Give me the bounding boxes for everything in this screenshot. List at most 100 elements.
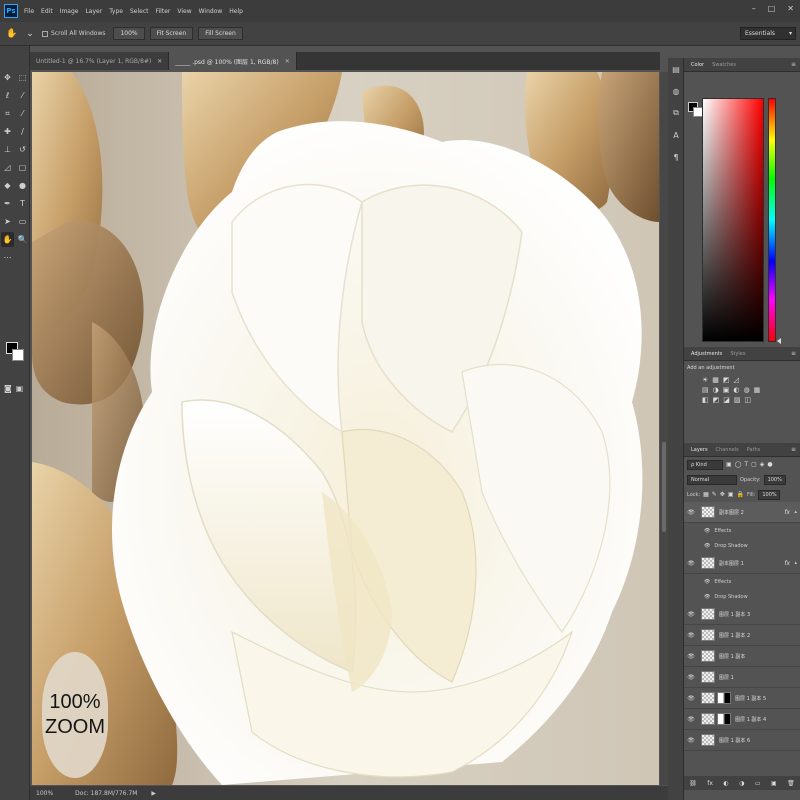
fx-icon[interactable]: fx <box>784 560 790 567</box>
tab-active-document[interactable]: _____ .psd @ 100% (图层 1, RGB/8) ✕ <box>169 52 297 70</box>
lock-transparent-icon[interactable]: ▦ <box>703 491 709 498</box>
zoom-tool-icon[interactable]: 🔍 <box>16 232 29 247</box>
layer-row[interactable]: 👁 副本图层 1 fx ▴ <box>684 553 800 574</box>
shape-filter-icon[interactable]: ▢ <box>751 461 757 468</box>
link-layers-icon[interactable]: ⛓ <box>689 780 697 787</box>
layer-row[interactable]: 👁 图层 1 <box>684 667 800 688</box>
quick-select-tool-icon[interactable]: ⁄ <box>16 88 29 103</box>
eye-icon[interactable]: 👁 <box>704 543 710 549</box>
screen-mode-icon[interactable]: ▣ <box>16 384 24 393</box>
close-icon[interactable]: ✕ <box>157 58 162 65</box>
lock-position-icon[interactable]: ✥ <box>720 491 725 498</box>
paragraph-panel-icon[interactable]: ¶ <box>668 146 684 168</box>
delete-layer-icon[interactable]: 🗑 <box>787 780 795 787</box>
more-tools-icon[interactable]: ⋯ <box>1 250 14 265</box>
new-adjustment-layer-icon[interactable]: ◑ <box>739 780 744 787</box>
blend-mode-select[interactable]: Normal <box>687 474 737 485</box>
eye-icon[interactable]: 👁 <box>704 528 710 534</box>
black-white-icon[interactable]: ◐ <box>733 386 739 394</box>
healing-brush-tool-icon[interactable]: ✚ <box>1 124 14 139</box>
quick-mask-icon[interactable]: ◙ <box>4 384 12 393</box>
layer-row[interactable]: 👁 图层 1 副本 5 <box>684 688 800 709</box>
zoom-100-button[interactable]: 100% <box>113 27 145 40</box>
tab-layers[interactable]: Layers <box>687 447 712 453</box>
menu-edit[interactable]: Edit <box>41 8 53 15</box>
effects-row[interactable]: 👁 Effects <box>684 574 800 589</box>
close-icon[interactable]: ✕ <box>285 58 290 65</box>
gradient-tool-icon[interactable]: ▢ <box>16 160 29 175</box>
eye-icon[interactable]: 👁 <box>684 509 698 516</box>
layer-row[interactable]: 👁 图层 1 副本 <box>684 646 800 667</box>
lock-artboard-icon[interactable]: ▣ <box>728 491 734 498</box>
pixel-filter-icon[interactable]: ▣ <box>726 461 732 468</box>
add-layer-style-icon[interactable]: fx <box>707 780 713 787</box>
tab-adjustments[interactable]: Adjustments <box>687 351 726 357</box>
levels-icon[interactable]: ▦ <box>712 376 719 384</box>
properties-panel-icon[interactable]: ◍ <box>668 80 684 102</box>
hand-tool-icon[interactable]: ✋ <box>6 28 18 40</box>
lock-all-icon[interactable]: 🔒 <box>737 491 744 498</box>
menu-file[interactable]: File <box>24 8 34 15</box>
tab-color[interactable]: Color <box>687 62 708 68</box>
panel-menu-icon[interactable]: ≡ <box>791 350 796 357</box>
lasso-tool-icon[interactable]: ℓ <box>1 88 14 103</box>
workspace-select[interactable]: Essentials ▾ <box>740 27 796 40</box>
exposure-icon[interactable]: ◿ <box>734 376 739 384</box>
new-layer-icon[interactable]: ▣ <box>771 780 777 787</box>
layer-filter-kind-select[interactable]: ρ Kind <box>687 459 723 470</box>
selective-color-icon[interactable]: ◫ <box>745 396 752 404</box>
eye-icon[interactable]: 👁 <box>684 674 698 681</box>
menu-layer[interactable]: Layer <box>85 8 102 15</box>
new-group-icon[interactable]: ▭ <box>755 780 761 787</box>
filter-toggle-icon[interactable]: ● <box>767 461 772 468</box>
smart-object-filter-icon[interactable]: ◈ <box>760 461 765 468</box>
eye-icon[interactable]: 👁 <box>684 716 698 723</box>
maximize-button[interactable]: □ <box>768 4 776 13</box>
fill-field[interactable]: 100% <box>758 489 781 500</box>
clone-stamp-tool-icon[interactable]: ⊥ <box>1 142 14 157</box>
libraries-panel-icon[interactable]: ⧉ <box>668 102 684 124</box>
adjustment-filter-icon[interactable]: ◯ <box>735 461 742 468</box>
brush-tool-icon[interactable]: ∕ <box>16 124 29 139</box>
tab-styles[interactable]: Styles <box>726 351 749 357</box>
invert-icon[interactable]: ◧ <box>702 396 709 404</box>
checkbox-box[interactable] <box>42 30 48 37</box>
layer-row[interactable]: 👁 图层 1 副本 3 <box>684 604 800 625</box>
chevron-up-icon[interactable]: ▴ <box>794 509 797 515</box>
effects-row[interactable]: 👁 Effects <box>684 523 800 538</box>
add-mask-icon[interactable]: ◐ <box>723 780 728 787</box>
move-tool-icon[interactable]: ✥ <box>1 70 14 85</box>
panel-menu-icon[interactable]: ≡ <box>791 446 796 453</box>
eye-icon[interactable]: 👁 <box>684 632 698 639</box>
dodge-tool-icon[interactable]: ● <box>16 178 29 193</box>
threshold-icon[interactable]: ◪ <box>723 396 730 404</box>
minimize-button[interactable]: – <box>752 4 756 13</box>
photo-filter-icon[interactable]: ◍ <box>743 386 749 394</box>
eyedropper-tool-icon[interactable]: ⁄ <box>16 106 29 121</box>
scroll-all-windows-checkbox[interactable]: Scroll All Windows <box>42 30 105 37</box>
path-selection-tool-icon[interactable]: ➤ <box>1 214 14 229</box>
lock-image-icon[interactable]: ✎ <box>712 491 717 498</box>
color-balance-icon[interactable]: ▣ <box>723 386 730 394</box>
hue-slider[interactable] <box>768 98 776 342</box>
crop-tool-icon[interactable]: ⌗ <box>1 106 14 121</box>
eye-icon[interactable]: 👁 <box>704 579 710 585</box>
history-brush-tool-icon[interactable]: ↺ <box>16 142 29 157</box>
eraser-tool-icon[interactable]: ◿ <box>1 160 14 175</box>
pen-tool-icon[interactable]: ✒ <box>1 196 14 211</box>
close-button[interactable]: ✕ <box>787 4 794 13</box>
hand-tool-icon[interactable]: ✋ <box>1 232 14 247</box>
fill-screen-button[interactable]: Fill Screen <box>198 27 243 40</box>
layer-row[interactable]: 👁 图层 1 副本 6 <box>684 730 800 751</box>
document-canvas[interactable]: 100% ZOOM <box>32 72 659 785</box>
layer-row[interactable]: 👁 图层 1 副本 2 <box>684 625 800 646</box>
layer-row[interactable]: 👁 副本图层 2 fx ▴ <box>684 502 800 523</box>
opacity-field[interactable]: 100% <box>763 474 786 485</box>
tool-preset-chevron-icon[interactable]: ⌄ <box>24 28 36 40</box>
eye-icon[interactable]: 👁 <box>704 594 710 600</box>
eye-icon[interactable]: 👁 <box>684 695 698 702</box>
character-panel-icon[interactable]: A <box>668 124 684 146</box>
eye-icon[interactable]: 👁 <box>684 611 698 618</box>
tab-paths[interactable]: Paths <box>743 447 765 453</box>
menu-help[interactable]: Help <box>229 8 243 15</box>
